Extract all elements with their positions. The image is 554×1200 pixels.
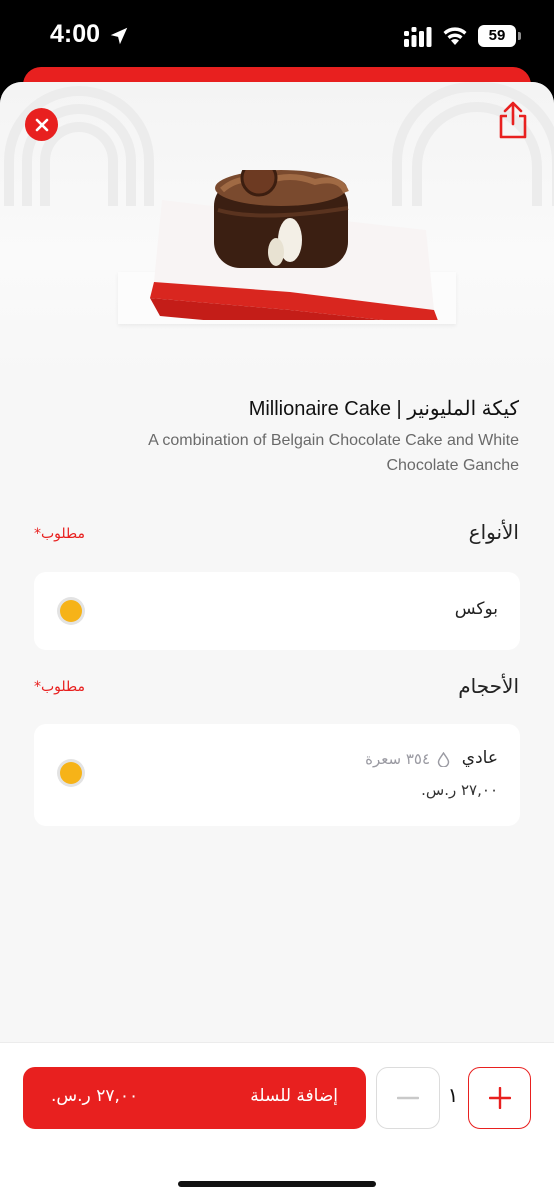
- home-indicator: [178, 1181, 376, 1187]
- type-option-label: بوكس: [454, 599, 498, 619]
- close-icon: [35, 118, 48, 131]
- plus-icon: [488, 1087, 511, 1109]
- minus-icon: [397, 1096, 419, 1100]
- types-section-title: الأنواع: [468, 520, 519, 544]
- size-option-price: ٢٧,٠٠ ر.س.: [421, 781, 498, 799]
- type-option-radio[interactable]: [60, 600, 82, 622]
- product-image: [150, 170, 438, 320]
- share-icon[interactable]: [496, 100, 530, 140]
- calorie-drop-icon: [437, 752, 450, 767]
- screen: 4:00 59 Millionaire Cake | كيكة المليوني…: [0, 0, 554, 1200]
- increase-quantity-button[interactable]: [468, 1067, 531, 1129]
- size-option-radio[interactable]: [60, 762, 82, 784]
- size-option-calories: ٣٥٤ سعرة: [365, 750, 430, 768]
- status-bar: 4:00 59: [0, 0, 554, 72]
- quantity-value: ١: [447, 1083, 459, 1107]
- battery-indicator: 59: [478, 25, 516, 47]
- types-required-label: مطلوب*: [34, 526, 86, 542]
- bottom-action-bar: إضافة للسلة ٢٧,٠٠ ر.س. ١: [0, 1042, 554, 1200]
- product-description: A combination of Belgain Chocolate Cake …: [148, 432, 519, 474]
- product-title: Millionaire Cake | كيكة المليونير: [248, 398, 519, 420]
- add-to-cart-label: إضافة للسلة: [250, 1086, 338, 1106]
- wifi-icon: [443, 27, 467, 45]
- size-option-regular[interactable]: عادي ٣٥٤ سعرة ٢٧,٠٠ ر.س.: [34, 724, 520, 826]
- battery-cap: [518, 32, 521, 40]
- status-time: 4:00: [50, 20, 101, 48]
- product-sheet: Millionaire Cake | كيكة المليونير A comb…: [0, 82, 554, 1200]
- add-to-cart-price: ٢٧,٠٠ ر.س.: [51, 1086, 139, 1106]
- type-option-box[interactable]: بوكس: [34, 572, 520, 650]
- sizes-required-label: مطلوب*: [34, 679, 86, 695]
- location-arrow-icon: [110, 27, 128, 45]
- size-option-label: عادي: [461, 748, 498, 768]
- close-button[interactable]: [25, 108, 58, 141]
- decrease-quantity-button[interactable]: [376, 1067, 440, 1129]
- add-to-cart-button[interactable]: إضافة للسلة ٢٧,٠٠ ر.س.: [23, 1067, 366, 1129]
- sizes-section-title: الأحجام: [458, 674, 519, 698]
- product-image-area: [0, 82, 554, 376]
- signal-icon: [404, 27, 432, 47]
